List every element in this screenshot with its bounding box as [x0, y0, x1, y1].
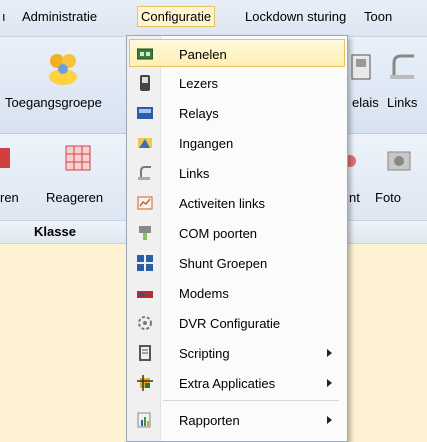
submenu-arrow-icon [327, 349, 332, 357]
ribbon-foto-label[interactable]: Foto [375, 190, 401, 205]
menu-bar: ı Administratie Configuratie Lockdown st… [0, 0, 427, 37]
menu-item-label: Extra Applicaties [179, 376, 276, 391]
menu-item-label: Modems [179, 286, 229, 301]
menu-toon[interactable]: Toon [364, 9, 392, 24]
dvr-icon [138, 316, 152, 330]
reports-icon [137, 412, 151, 428]
menu-item-lezers[interactable]: Lezers [130, 69, 344, 97]
ribbon-relais-label[interactable]: elais [352, 95, 379, 110]
ribbon-nt-label[interactable]: nt [349, 190, 360, 205]
menu-item-label: Links [179, 166, 210, 181]
menu-item-label: Lezers [179, 76, 219, 91]
menu-item-label: COM poorten [179, 226, 258, 241]
submenu-arrow-icon [327, 379, 332, 387]
menu-item-links[interactable]: Links [130, 159, 344, 187]
script-icon [139, 345, 151, 361]
menu-item-ingangen[interactable]: Ingangen [130, 129, 344, 157]
ribbon-toegangsgroepen-label[interactable]: Toegangsgroepe [5, 95, 102, 110]
menu-item-label: Activeiten links [179, 196, 265, 211]
links-icon[interactable] [388, 53, 420, 81]
menu-item-label: Scripting [179, 346, 230, 361]
menu-item-panelen[interactable]: Panelen [129, 39, 345, 67]
cut-off-icon[interactable] [0, 146, 12, 170]
ribbon-ren-label[interactable]: ren [0, 190, 19, 205]
menu-item-relays[interactable]: Relays [130, 99, 344, 127]
column-header-klasse[interactable]: Klasse [34, 224, 76, 239]
menu-item-label: DVR Configuratie [179, 316, 281, 331]
menu-item-modems[interactable]: Modems [130, 279, 344, 307]
menu-item-rapporten[interactable]: Rapporten [130, 406, 344, 434]
access-groups-icon[interactable] [46, 51, 80, 85]
link-icon [138, 166, 151, 180]
shunt-groups-icon [137, 255, 153, 271]
menu-item-extra-applicaties[interactable]: Extra Applicaties [130, 369, 344, 397]
reageren-icon[interactable] [64, 144, 92, 172]
menu-item-label: Shunt Groepen [179, 256, 268, 271]
extra-apps-icon [137, 375, 153, 391]
menu-item-scripting[interactable]: Scripting [130, 339, 344, 367]
ribbon-links-label[interactable]: Links [387, 95, 417, 110]
configuratie-dropdown: Panelen Lezers Relays Ingangen Links Act… [126, 35, 348, 442]
menu-item-label: Rapporten [179, 413, 240, 428]
menu-item-label: Relays [179, 106, 219, 121]
menu-configuratie[interactable]: Configuratie [137, 6, 216, 27]
photo-icon[interactable] [386, 148, 412, 172]
menu-item-activeiten-links[interactable]: Activeiten links [130, 189, 344, 217]
menu-item-label: Ingangen [179, 136, 234, 151]
relais-icon[interactable] [350, 53, 374, 81]
modem-icon [137, 291, 153, 298]
menu-administratie[interactable]: Administratie [22, 9, 97, 24]
menu-item-dvr-configuratie[interactable]: DVR Configuratie [130, 309, 344, 337]
menu-edge: ı [2, 9, 6, 24]
submenu-arrow-icon [327, 416, 332, 424]
reader-icon [140, 75, 150, 91]
menu-separator [163, 400, 339, 401]
relay-icon [137, 107, 153, 119]
com-port-icon [139, 226, 151, 240]
activity-links-icon [137, 196, 153, 210]
panel-icon [137, 48, 153, 60]
menu-item-com-poorten[interactable]: COM poorten [130, 219, 344, 247]
ribbon-reageren-label[interactable]: Reageren [46, 190, 103, 205]
menu-item-label: Panelen [179, 47, 227, 62]
menu-lockdown-sturing[interactable]: Lockdown sturing [245, 9, 346, 24]
input-icon [138, 138, 152, 148]
menu-item-shunt-groepen[interactable]: Shunt Groepen [130, 249, 344, 277]
